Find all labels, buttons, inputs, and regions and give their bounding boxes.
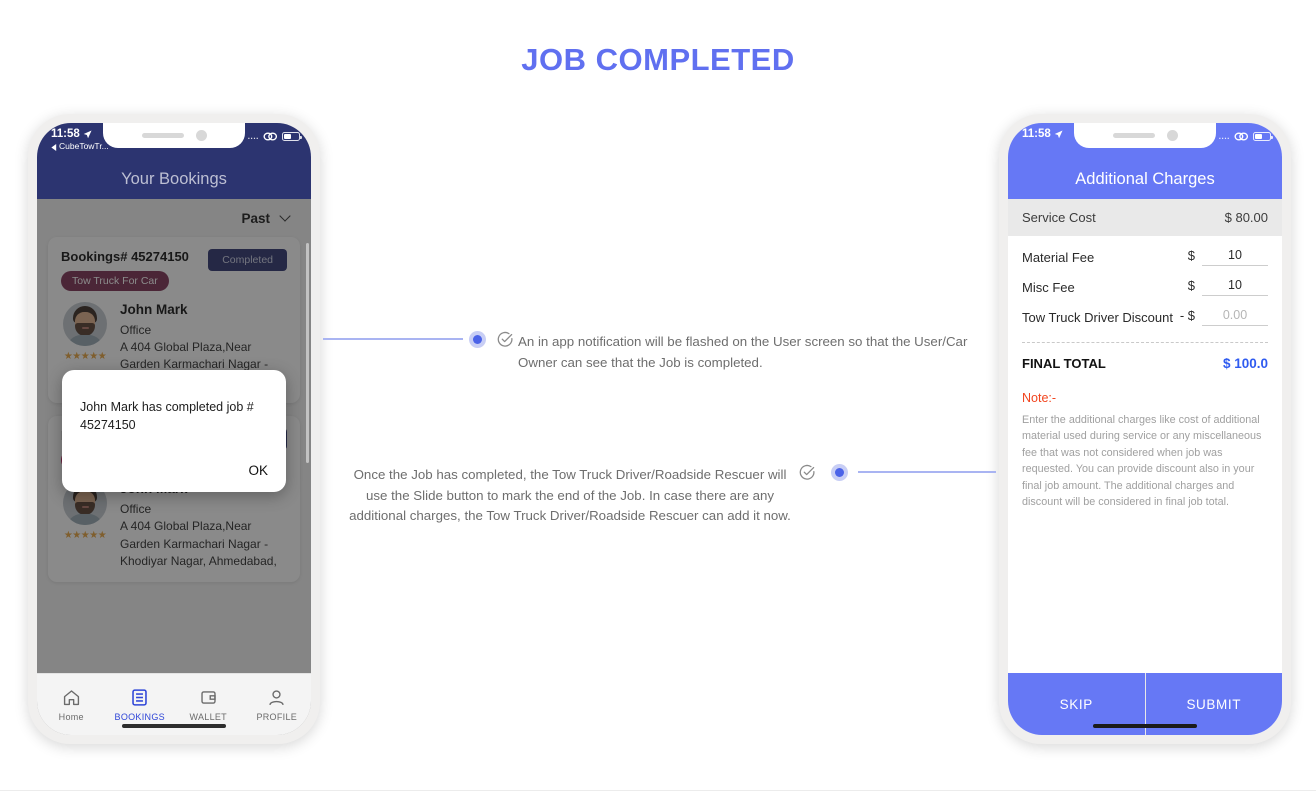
nav-label-profile: PROFILE	[256, 711, 298, 722]
location-arrow-icon	[1054, 130, 1063, 139]
camera-icon	[195, 130, 207, 141]
signal-dots-icon: ....	[247, 132, 259, 141]
connector-dot-inner	[473, 335, 482, 344]
fee-row-misc: Misc Fee $	[1022, 268, 1268, 298]
fee-row-material: Material Fee $	[1022, 238, 1268, 268]
connector-dot-top	[469, 331, 486, 348]
battery-icon	[1253, 132, 1273, 141]
nav-label-bookings: BOOKINGS	[114, 711, 165, 722]
left-appbar-title: Your Bookings	[121, 170, 227, 188]
status-left-group: 11:58 CubeTowTr...	[51, 128, 109, 152]
page-canvas: JOB COMPLETED Your Bookings 11:58 CubeTo…	[0, 0, 1316, 791]
status-right-group: ....	[247, 128, 302, 142]
check-circle-icon	[497, 331, 514, 353]
phone-mockup-left: Your Bookings 11:58 CubeTowTr... .... Jo…	[28, 114, 320, 744]
fee-value-group: - $	[1180, 308, 1268, 326]
home-indicator[interactable]	[1093, 723, 1197, 728]
job-completed-dialog: John Mark has completed job # 45274150 O…	[62, 370, 286, 492]
speaker-icon	[141, 133, 184, 138]
nav-item-wallet[interactable]: WALLET	[174, 688, 243, 722]
nav-item-home[interactable]: Home	[37, 688, 106, 722]
service-cost-row: Service Cost $ 80.00	[1008, 199, 1282, 236]
dialog-message: John Mark has completed job # 45274150	[80, 400, 254, 433]
status-time: 11:58	[1022, 128, 1051, 140]
material-fee-input[interactable]	[1202, 248, 1268, 266]
home-icon	[62, 688, 81, 708]
currency-symbol: $	[1187, 278, 1195, 293]
connector-line-bottom	[858, 471, 996, 473]
home-indicator[interactable]	[122, 723, 226, 728]
annotation-notification-text: An in app notification will be flashed o…	[518, 334, 968, 370]
connector-dot-inner	[835, 468, 844, 477]
dialog-ok-button[interactable]: OK	[248, 463, 268, 478]
phone-screen-right: Additional Charges 11:58 .... Service Co…	[1008, 123, 1282, 735]
nav-label-wallet: WALLET	[189, 711, 227, 722]
status-right-group: ....	[1218, 128, 1273, 142]
right-appbar-title: Additional Charges	[1075, 170, 1215, 188]
fee-label: Material Fee	[1022, 249, 1095, 265]
misc-fee-input[interactable]	[1202, 278, 1268, 296]
annotation-slide-complete-text: Once the Job has completed, the Tow Truc…	[349, 467, 791, 524]
status-time: 11:58	[51, 128, 80, 140]
wallet-icon	[199, 688, 218, 708]
phone-notch-left	[103, 123, 245, 148]
battery-icon	[282, 132, 302, 141]
fee-list: Material Fee $ Misc Fee $	[1008, 236, 1282, 375]
profile-icon	[267, 688, 286, 708]
status-time-group: 11:58	[51, 128, 109, 141]
final-total-row: FINAL TOTAL $ 100.0	[1022, 343, 1268, 375]
fee-label: Misc Fee	[1022, 279, 1075, 295]
discount-input[interactable]	[1202, 308, 1268, 326]
wifi-icon	[263, 132, 278, 141]
phone-mockup-right: Additional Charges 11:58 .... Service Co…	[999, 114, 1291, 744]
signal-dots-icon: ....	[1218, 132, 1230, 141]
note-title: Note:-	[1022, 391, 1057, 405]
final-total-label: FINAL TOTAL	[1022, 356, 1106, 371]
note-body: Enter the additional charges like cost o…	[1022, 414, 1262, 509]
status-time-group: 11:58	[1022, 128, 1063, 141]
phone-notch-right	[1074, 123, 1216, 148]
check-circle-icon	[799, 464, 816, 486]
wifi-icon	[1234, 132, 1249, 141]
fee-label: Tow Truck Driver Discount	[1022, 309, 1173, 325]
fee-row-discount: Tow Truck Driver Discount - $	[1022, 298, 1268, 328]
dialog-actions: OK	[80, 447, 268, 478]
camera-icon	[1166, 130, 1178, 141]
page-title: JOB COMPLETED	[521, 42, 795, 77]
service-cost-label: Service Cost	[1022, 210, 1096, 225]
phone-screen-left: Your Bookings 11:58 CubeTowTr... .... Jo…	[37, 123, 311, 735]
status-left-group: 11:58	[1022, 128, 1063, 141]
speaker-icon	[1112, 133, 1155, 138]
nav-item-bookings[interactable]: BOOKINGS	[106, 688, 175, 722]
status-back-app[interactable]: CubeTowTr...	[51, 141, 109, 152]
connector-line-top	[323, 338, 463, 340]
nav-item-profile[interactable]: PROFILE	[243, 688, 312, 722]
back-triangle-icon	[51, 143, 57, 151]
note-section: Note:- Enter the additional charges like…	[1008, 375, 1282, 510]
scrollbar[interactable]	[306, 243, 309, 463]
final-total-value: $ 100.0	[1222, 356, 1268, 371]
fee-value-group: $	[1188, 248, 1268, 266]
connector-dot-bottom	[831, 464, 848, 481]
service-cost-value: $ 80.00	[1224, 210, 1268, 225]
fee-value-group: $	[1188, 278, 1268, 296]
currency-symbol: $	[1187, 248, 1195, 263]
right-screen-body: Service Cost $ 80.00 Material Fee $ Misc…	[1008, 199, 1282, 735]
nav-label-home: Home	[58, 711, 84, 722]
currency-symbol: - $	[1179, 308, 1195, 323]
location-arrow-icon	[83, 130, 92, 139]
status-back-label: CubeTowTr...	[59, 141, 109, 152]
bookings-icon	[130, 688, 149, 708]
